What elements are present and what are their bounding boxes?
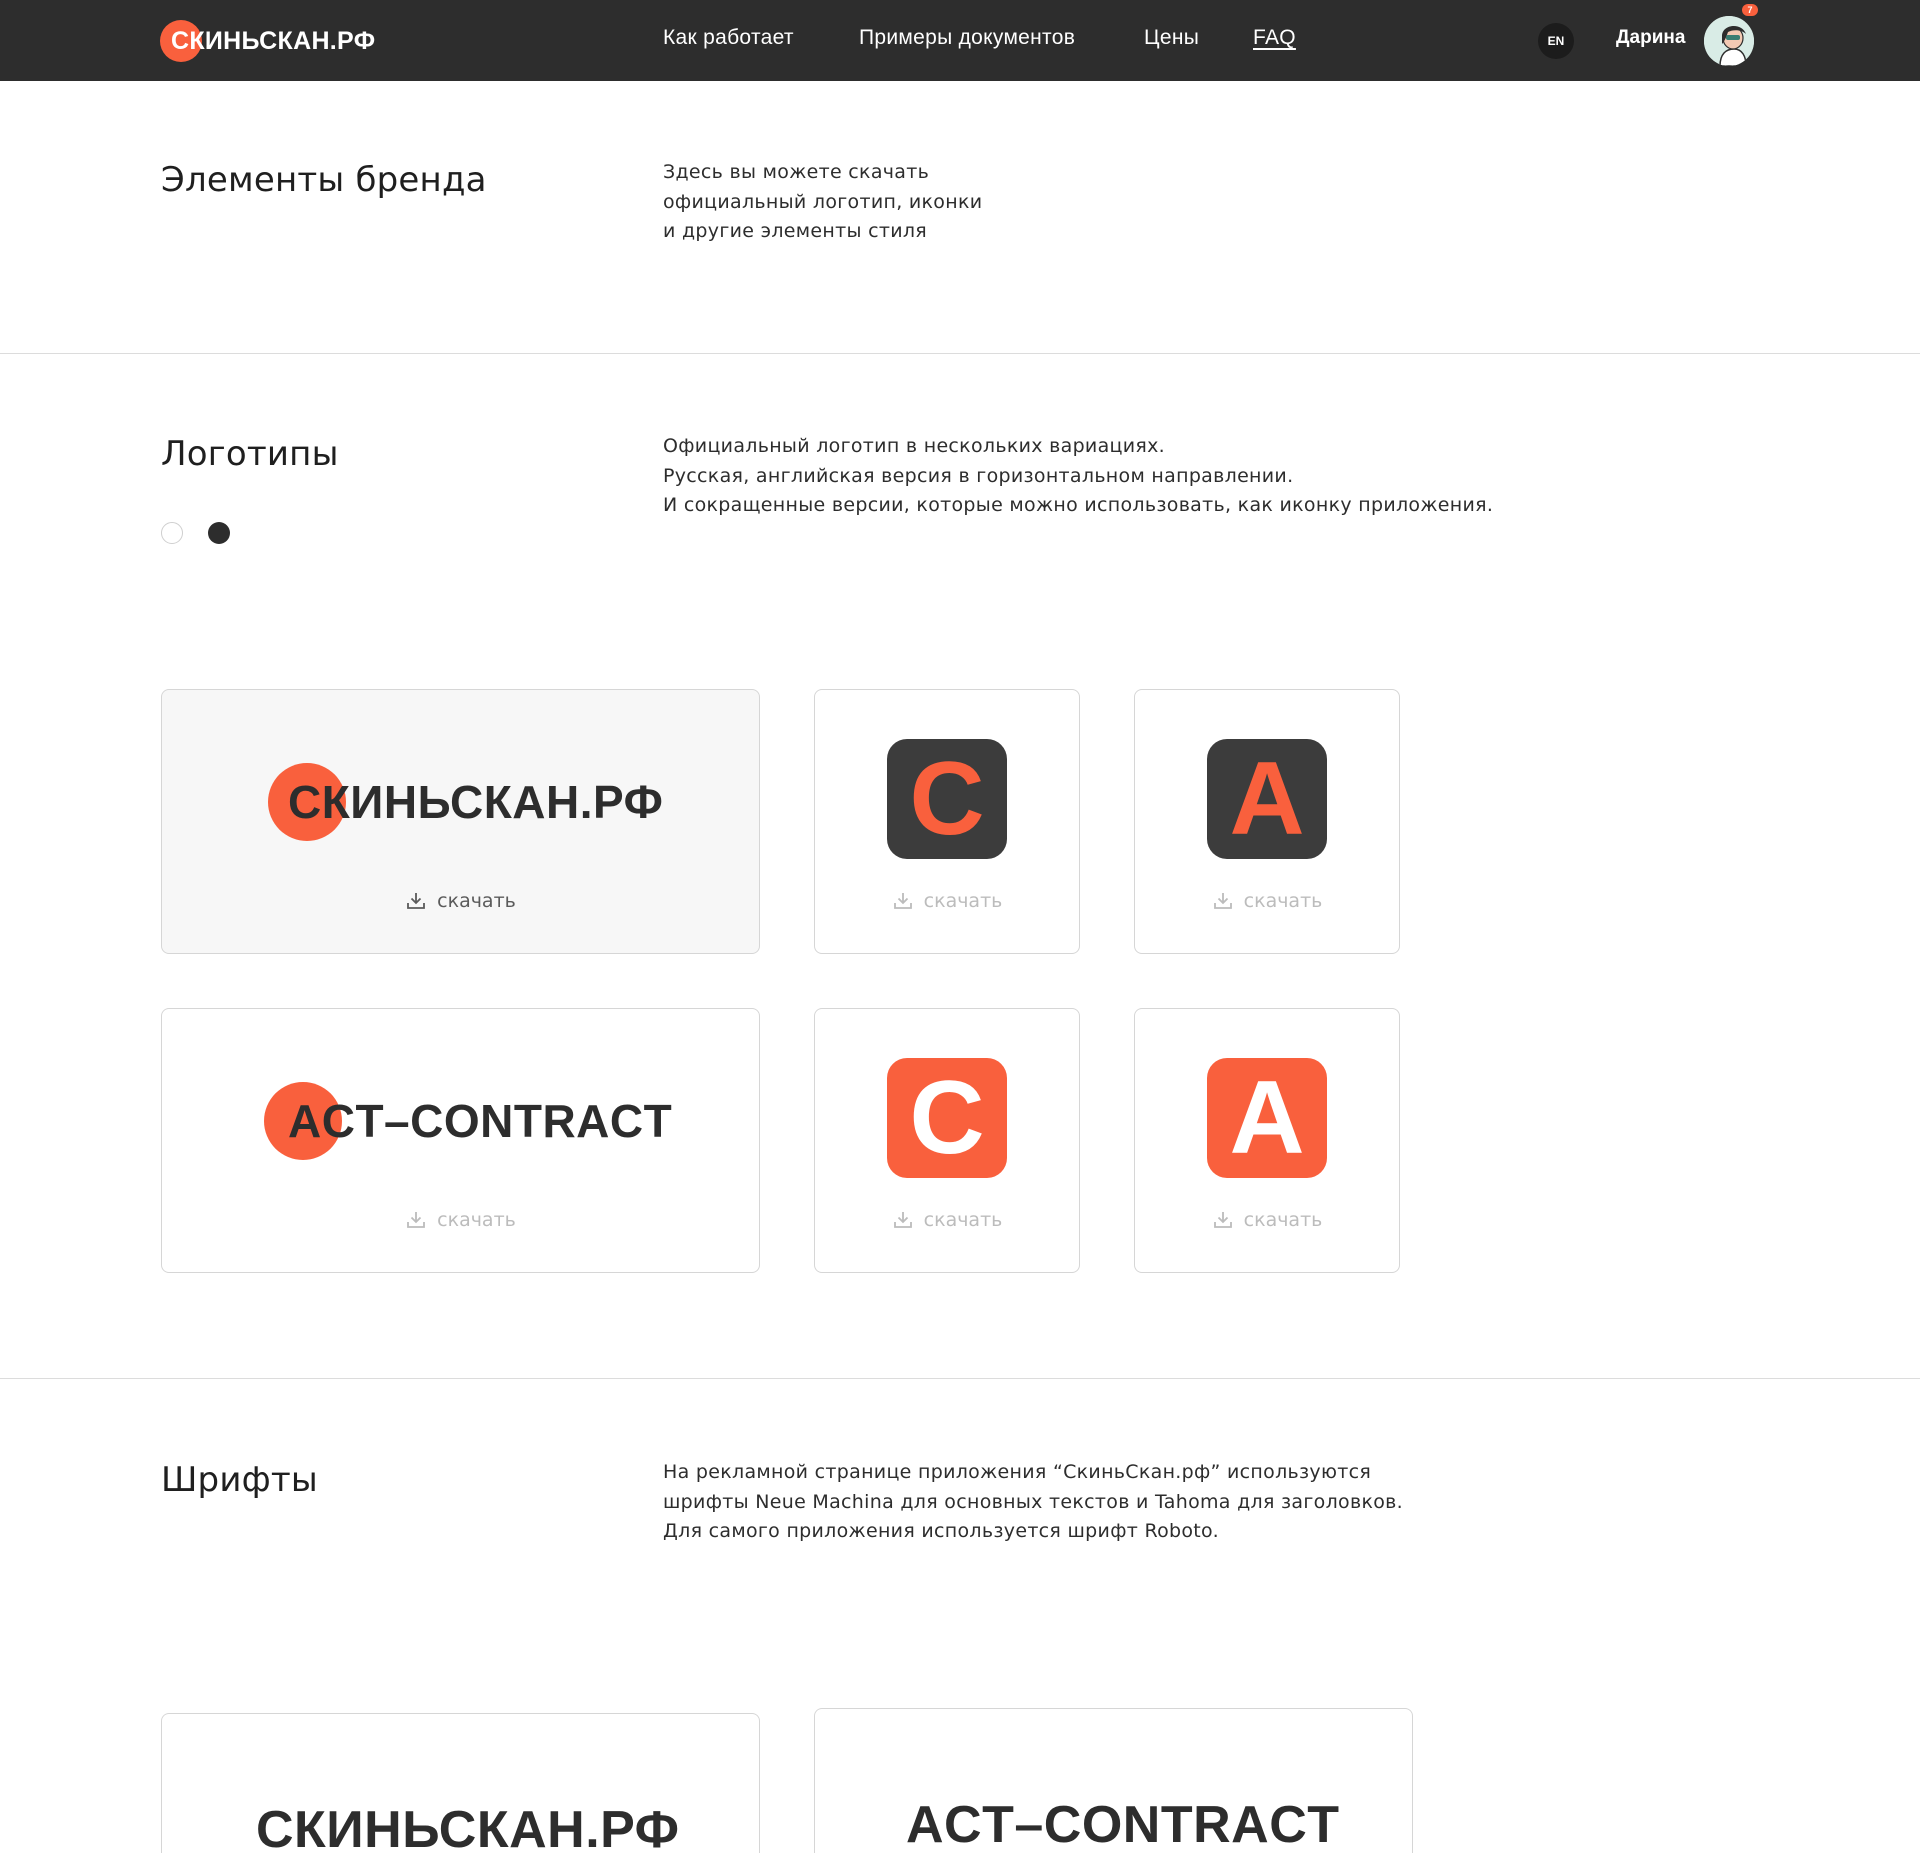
logo-card-ru-wordmark[interactable]: СКИНЬСКАН.РФ скачать bbox=[161, 689, 760, 954]
logo-card-icon-a-dark[interactable]: A скачать bbox=[1134, 689, 1400, 954]
download-button[interactable]: скачать bbox=[815, 1209, 1079, 1231]
download-button[interactable]: скачать bbox=[162, 890, 759, 912]
app-icon-c-dark: C bbox=[887, 739, 1007, 859]
section-divider bbox=[0, 353, 1920, 354]
language-switch-button[interactable]: EN bbox=[1538, 23, 1574, 59]
fonts-line: Для самого приложения используется шрифт… bbox=[663, 1520, 1219, 1542]
download-icon bbox=[1213, 893, 1232, 909]
font-sample-ru: СКИНЬСКАН.РФ bbox=[256, 1801, 680, 1853]
fonts-section-title: Шрифты bbox=[161, 1460, 318, 1500]
download-label: скачать bbox=[437, 890, 516, 912]
download-button[interactable]: скачать bbox=[162, 1209, 759, 1231]
download-label: скачать bbox=[1243, 1209, 1323, 1231]
carousel-dot-1[interactable] bbox=[161, 522, 183, 544]
download-icon bbox=[893, 1212, 912, 1228]
download-label: скачать bbox=[923, 1209, 1003, 1231]
avatar-illustration-icon bbox=[1704, 16, 1754, 66]
logo-card-icon-a-accent[interactable]: A скачать bbox=[1134, 1008, 1400, 1273]
logo-card-icon-c-accent[interactable]: C скачать bbox=[814, 1008, 1080, 1273]
brand-name: СКИНЬСКАН.РФ bbox=[171, 26, 376, 55]
app-icon-a-accent: A bbox=[1207, 1058, 1327, 1178]
wordmark-text: СКИНЬСКАН.РФ bbox=[288, 776, 664, 828]
app-icon-a-dark: A bbox=[1207, 739, 1327, 859]
download-icon bbox=[1213, 1212, 1232, 1228]
download-button[interactable]: скачать bbox=[1135, 890, 1399, 912]
brand-logo[interactable]: СКИНЬСКАН.РФ bbox=[160, 20, 375, 62]
logo-card-icon-c-dark[interactable]: C скачать bbox=[814, 689, 1080, 954]
font-card-ru[interactable]: СКИНЬСКАН.РФ bbox=[161, 1713, 760, 1853]
carousel-dot-2-active[interactable] bbox=[208, 522, 230, 544]
font-card-en[interactable]: ACT–CONTRACT bbox=[814, 1708, 1413, 1853]
download-label: скачать bbox=[1243, 890, 1323, 912]
avatar[interactable] bbox=[1704, 16, 1754, 66]
intro-line: официальный логотип, иконки bbox=[663, 190, 983, 213]
section-divider bbox=[0, 1378, 1920, 1379]
wordmark-text: ACT–CONTRACT bbox=[288, 1095, 673, 1147]
intro-description: Здесь вы можете скачать официальный лого… bbox=[663, 158, 982, 247]
download-icon bbox=[893, 893, 912, 909]
fonts-line: На рекламной странице приложения “СкиньС… bbox=[663, 1461, 1372, 1483]
fonts-description: На рекламной странице приложения “СкиньС… bbox=[663, 1458, 1403, 1547]
download-label: скачать bbox=[923, 890, 1003, 912]
app-icon-c-accent: C bbox=[887, 1058, 1007, 1178]
logos-line: И сокращенные версии, которые можно испо… bbox=[663, 494, 1494, 516]
fonts-line: шрифты Neue Machina для основных текстов… bbox=[663, 1490, 1403, 1513]
logos-description: Официальный логотип в нескольких вариаци… bbox=[663, 432, 1493, 521]
logo-card-en-wordmark[interactable]: ACT–CONTRACT скачать bbox=[161, 1008, 760, 1273]
download-icon bbox=[407, 893, 426, 909]
intro-line: Здесь вы можете скачать bbox=[663, 161, 930, 183]
notification-badge: 7 bbox=[1742, 4, 1758, 16]
download-label: скачать bbox=[437, 1209, 516, 1231]
wordmark-en: ACT–CONTRACT bbox=[264, 1082, 672, 1160]
download-button[interactable]: скачать bbox=[815, 890, 1079, 912]
logos-line: Русская, английская версия в горизонталь… bbox=[663, 464, 1294, 487]
nav-link-how-it-works[interactable]: Как работает bbox=[663, 26, 794, 50]
download-icon bbox=[407, 1212, 426, 1228]
download-button[interactable]: скачать bbox=[1135, 1209, 1399, 1231]
top-nav-bar: СКИНЬСКАН.РФ Как работает Примеры докуме… bbox=[0, 0, 1920, 81]
font-sample-en: ACT–CONTRACT bbox=[906, 1796, 1340, 1853]
logos-line: Официальный логотип в нескольких вариаци… bbox=[663, 435, 1166, 457]
page-title: Элементы бренда bbox=[161, 160, 487, 200]
nav-link-faq[interactable]: FAQ bbox=[1253, 26, 1296, 50]
logos-section-title: Логотипы bbox=[161, 434, 339, 474]
wordmark-ru: СКИНЬСКАН.РФ bbox=[268, 763, 663, 841]
user-name[interactable]: Дарина bbox=[1616, 27, 1685, 49]
nav-link-document-examples[interactable]: Примеры документов bbox=[859, 26, 1075, 50]
nav-link-prices[interactable]: Цены bbox=[1144, 26, 1199, 50]
intro-line: и другие элементы стиля bbox=[663, 220, 928, 242]
